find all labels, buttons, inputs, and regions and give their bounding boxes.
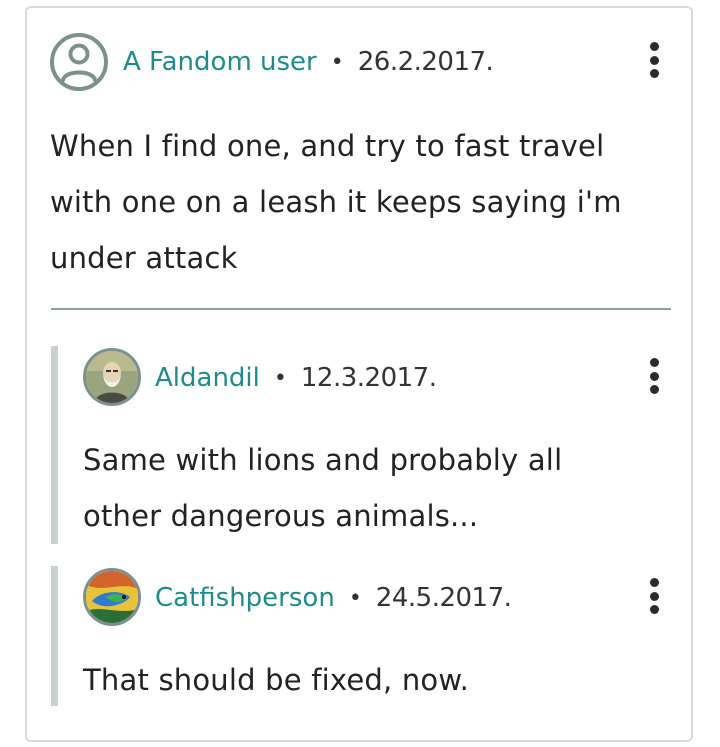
avatar-image-aldandil xyxy=(86,351,138,403)
reply-author[interactable]: Aldandil xyxy=(155,363,260,393)
reply-text: Same with lions and probably all other d… xyxy=(83,443,563,533)
reply-text: That should be fixed, now. xyxy=(83,663,470,697)
more-vertical-icon xyxy=(649,42,659,51)
main-comment-options-button[interactable] xyxy=(647,42,661,82)
main-comment-date: 26.2.2017. xyxy=(357,47,494,77)
divider xyxy=(51,308,671,310)
avatar[interactable] xyxy=(83,568,141,626)
reply-item: Catfishperson • 24.5.2017. That should b… xyxy=(51,566,681,706)
user-circle-icon xyxy=(50,33,108,91)
reply-options-button[interactable] xyxy=(647,358,661,398)
reply-header: Aldandil • 12.3.2017. xyxy=(155,360,437,396)
main-comment-author[interactable]: A Fandom user xyxy=(123,47,317,77)
reply-author[interactable]: Catfishperson xyxy=(155,583,335,613)
reply-thread-bar xyxy=(51,566,58,706)
avatar[interactable] xyxy=(83,348,141,406)
more-vertical-icon xyxy=(649,578,659,587)
reply-date: 24.5.2017. xyxy=(375,583,512,613)
default-avatar[interactable] xyxy=(49,32,109,92)
separator-dot: • xyxy=(348,585,362,611)
separator-dot: • xyxy=(330,49,344,75)
reply-options-button[interactable] xyxy=(647,578,661,618)
reply-header: Catfishperson • 24.5.2017. xyxy=(155,580,512,616)
separator-dot: • xyxy=(273,365,287,391)
reply-date: 12.3.2017. xyxy=(300,363,437,393)
more-vertical-icon xyxy=(649,358,659,367)
comment-card: A Fandom user • 26.2.2017. When I find o… xyxy=(25,6,693,742)
avatar-image-catfishperson xyxy=(86,571,138,623)
reply-item: Aldandil • 12.3.2017. Same with lions an… xyxy=(51,346,681,544)
reply-thread-bar xyxy=(51,346,58,544)
main-comment-text: When I find one, and try to fast travel … xyxy=(50,129,622,275)
main-comment-header: A Fandom user • 26.2.2017. xyxy=(123,44,494,80)
